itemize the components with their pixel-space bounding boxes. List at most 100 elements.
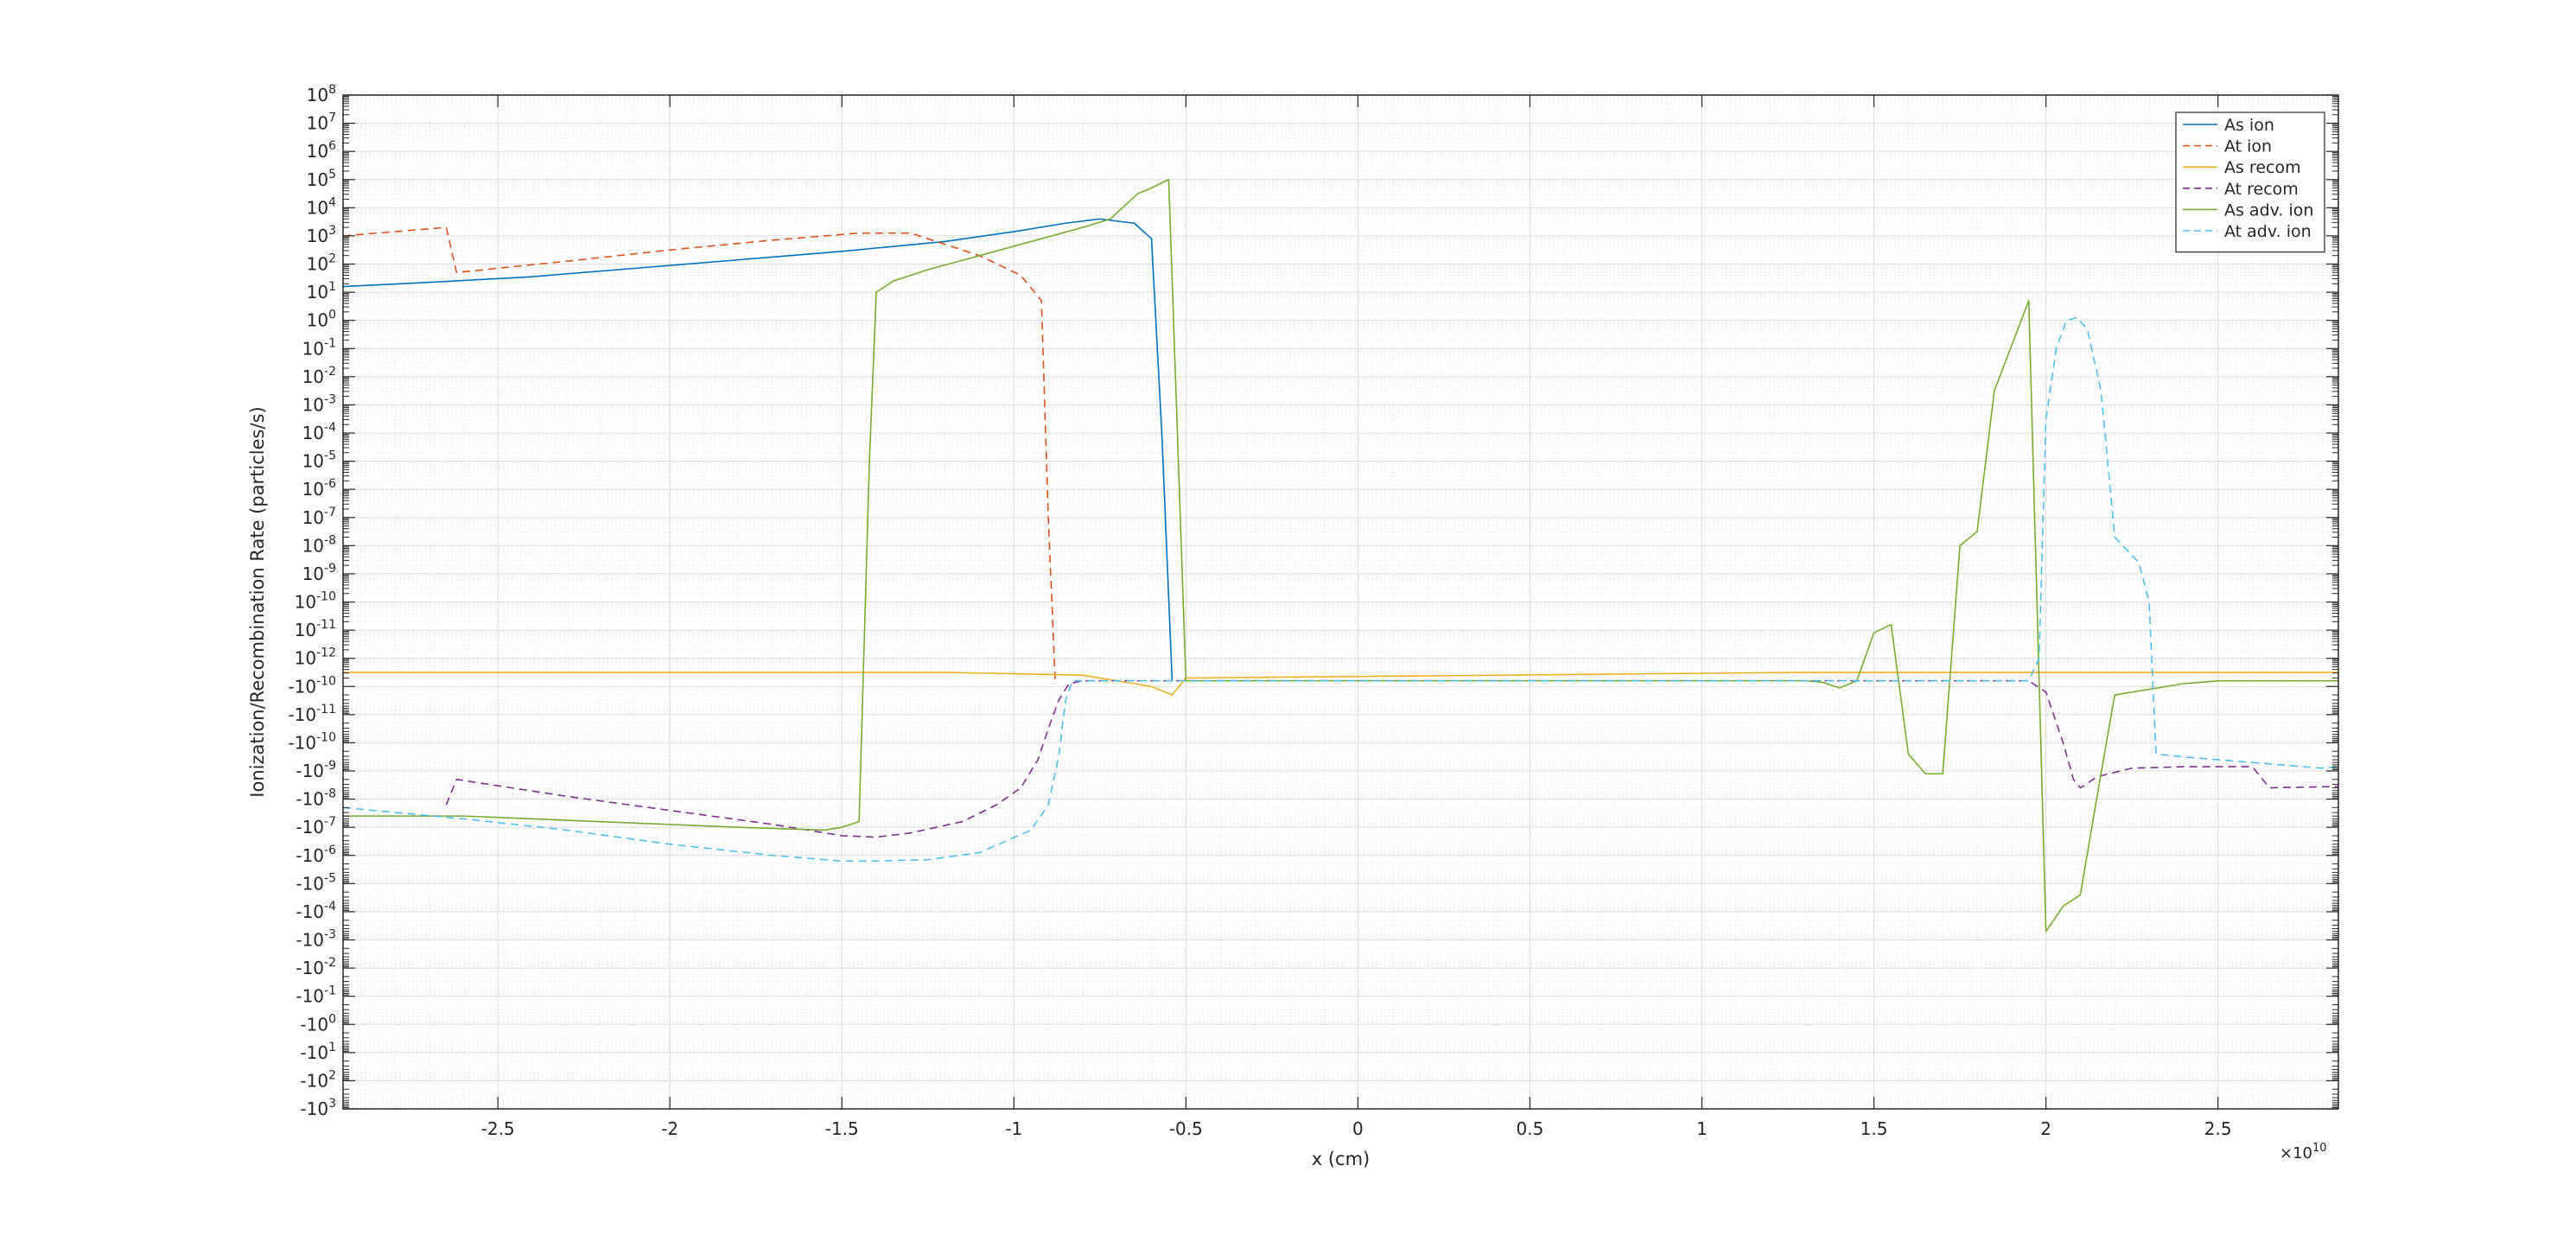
x-tick-label: 0 [1352, 1118, 1364, 1139]
y-tick-label-exponent: -3 [324, 392, 336, 406]
y-tick-label-base: -10 [296, 901, 324, 922]
y-tick-label: -101 [300, 1041, 336, 1063]
x-axis-multiplier: ×1010 [2280, 1142, 2327, 1162]
y-tick-label-exponent: -9 [324, 562, 336, 576]
y-tick-label-base: 10 [307, 113, 328, 134]
y-tick-label: -10-7 [296, 815, 336, 838]
y-tick-label: -10-8 [296, 787, 336, 810]
legend-label-2: At ion [2224, 137, 2272, 156]
y-tick-label-base: -10 [296, 761, 324, 781]
y-tick-label: 10-7 [302, 506, 336, 528]
legend-label-4: At recom [2224, 180, 2299, 199]
y-tick-label: 108 [307, 83, 336, 105]
y-tick-label-base: 10 [295, 592, 316, 613]
y-tick-label: -10-2 [296, 956, 336, 978]
y-tick-label: 10-5 [302, 449, 336, 472]
y-tick-label-base: -10 [296, 986, 324, 1007]
y-tick-label: -10-10 [288, 730, 336, 753]
y-tick-label-base: 10 [307, 197, 328, 218]
y-tick-label-exponent: 2 [328, 1068, 336, 1082]
y-axis-ticks: 10810710610510410310210110010-110-210-31… [288, 83, 2338, 1119]
y-tick-label-exponent: 8 [328, 83, 336, 97]
x-tick-label: -0.5 [1169, 1118, 1203, 1139]
y-tick-label-base: 10 [307, 169, 328, 190]
y-tick-label-base: 10 [302, 366, 324, 387]
y-tick-label-base: 10 [307, 226, 328, 246]
y-tick-label-base: -10 [288, 704, 316, 725]
y-tick-label: 10-3 [302, 392, 336, 415]
y-tick-label: 103 [307, 224, 336, 246]
legend-label-5: As adv. ion [2224, 201, 2313, 220]
y-tick-label-exponent: -2 [324, 365, 336, 379]
y-tick-label-base: 10 [295, 620, 316, 640]
y-tick-label-exponent: 0 [328, 1012, 336, 1026]
y-tick-label: 10-11 [295, 618, 336, 640]
x-tick-label: -1 [1005, 1118, 1022, 1139]
y-tick-label-exponent: -8 [324, 533, 336, 547]
y-tick-label: 10-12 [295, 646, 336, 669]
y-tick-label: 10-9 [302, 562, 336, 584]
y-tick-label-base: 10 [307, 282, 328, 303]
y-tick-label-exponent: -6 [324, 844, 336, 857]
y-tick-label-exponent: -10 [316, 590, 336, 604]
y-tick-label-base: 10 [302, 507, 324, 528]
y-tick-label-base: 10 [307, 141, 328, 162]
y-tick-label: 107 [307, 111, 336, 134]
series-line-1 [342, 218, 1174, 681]
y-tick-label-base: 10 [302, 564, 324, 584]
x-multiplier-exponent: 10 [2312, 1142, 2327, 1155]
y-tick-label-base: 10 [302, 451, 324, 472]
y-tick-label: -10-10 [288, 674, 336, 697]
x-tick-label: 2.5 [2204, 1118, 2232, 1139]
y-tick-label-exponent: -6 [324, 477, 336, 491]
y-tick-label-base: 10 [302, 423, 324, 443]
x-multiplier-base: ×10 [2280, 1144, 2312, 1162]
y-tick-label-base: -10 [288, 676, 316, 697]
y-tick-label-exponent: -4 [324, 900, 336, 914]
y-tick-label-exponent: -8 [324, 787, 336, 801]
y-tick-label-exponent: 5 [328, 168, 336, 182]
y-tick-label-base: 10 [302, 479, 324, 500]
y-tick-label-exponent: -11 [316, 618, 336, 632]
y-tick-label: 10-1 [302, 336, 336, 359]
y-tick-label-base: -10 [300, 1099, 328, 1119]
x-tick-label: 1 [1696, 1118, 1708, 1139]
legend: As ion At ion As recom At recom As adv. ion A… [2175, 111, 2325, 253]
x-tick-label: -2.5 [481, 1118, 515, 1139]
y-tick-label-exponent: -7 [324, 815, 336, 829]
legend-label-6: At adv. ion [2224, 222, 2312, 241]
y-tick-label-base: -10 [296, 873, 324, 894]
y-tick-label-base: 10 [307, 254, 328, 275]
y-tick-label-exponent: -11 [316, 703, 336, 717]
y-tick-label-exponent: 2 [328, 252, 336, 266]
x-axis-label: x (cm) [1312, 1149, 1371, 1169]
y-tick-label: -103 [300, 1097, 336, 1119]
y-tick-label-exponent: -9 [324, 759, 336, 773]
y-tick-label-base: -10 [296, 789, 324, 810]
legend-label-1: As ion [2224, 116, 2274, 135]
y-tick-label-exponent: -12 [316, 646, 336, 660]
y-tick-label: -102 [300, 1068, 336, 1091]
y-tick-label-base: -10 [300, 1042, 328, 1063]
y-tick-label-exponent: -7 [324, 506, 336, 519]
y-tick-label: -10-3 [296, 928, 336, 951]
y-tick-label-exponent: -4 [324, 421, 336, 435]
y-tick-label-exponent: 4 [328, 195, 336, 209]
y-tick-label-exponent: 1 [328, 1041, 336, 1054]
y-tick-label-exponent: -10 [316, 730, 336, 744]
y-tick-label-base: 10 [307, 85, 328, 105]
y-tick-label: 10-2 [302, 365, 336, 387]
y-tick-label-exponent: 6 [328, 139, 336, 153]
legend-label-3: As recom [2224, 158, 2301, 177]
y-tick-label: 101 [307, 280, 336, 303]
y-tick-label-exponent: -5 [324, 871, 336, 885]
y-tick-label-base: -10 [296, 817, 324, 838]
y-tick-label: 10-8 [302, 533, 336, 556]
y-tick-label-base: 10 [302, 394, 324, 415]
y-tick-label-exponent: 1 [328, 280, 336, 294]
y-tick-label-exponent: 3 [328, 1097, 336, 1111]
chart-figure: -2.5 -2 -1.5 -1 -0.5 0 0.5 1 1.5 2 2.5 10810710610… [247, 83, 2339, 1169]
y-tick-label-base: -10 [296, 930, 324, 951]
y-tick-label: 10-10 [295, 590, 336, 613]
y-tick-label: 105 [307, 168, 336, 190]
